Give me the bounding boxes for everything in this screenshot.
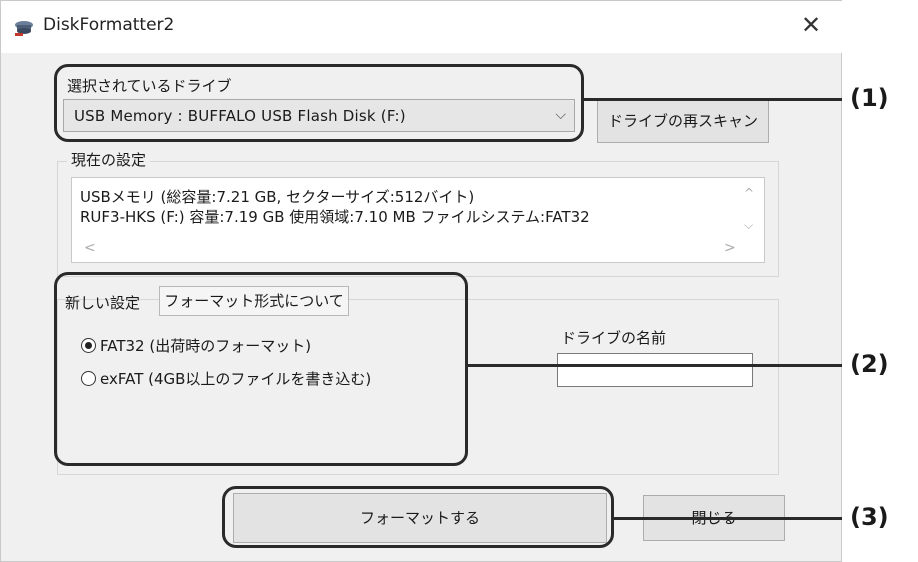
- callout-1-frame: [54, 64, 584, 142]
- capacity-line: USBメモリ (総容量:7.21 GB, セクターサイズ:512バイト): [80, 188, 475, 206]
- marker-3: (3): [850, 503, 889, 531]
- rescan-drive-button[interactable]: ドライブの再スキャン: [597, 99, 769, 143]
- leader-line-3: [614, 517, 842, 520]
- callout-2-frame: [54, 272, 468, 466]
- callout-3-frame: [222, 486, 614, 548]
- title-bar: DiskFormatter2 ✕: [1, 1, 843, 53]
- scroll-right-icon[interactable]: >: [724, 240, 736, 256]
- current-settings-label: 現在の設定: [67, 149, 151, 170]
- scroll-left-icon[interactable]: <: [84, 240, 96, 256]
- disk-formatter-icon: [15, 21, 33, 36]
- drive-name-label: ドライブの名前: [561, 329, 667, 347]
- drive-name-input[interactable]: [557, 353, 753, 387]
- leader-line-2: [468, 364, 842, 367]
- current-settings-box: USBメモリ (総容量:7.21 GB, セクターサイズ:512バイト) RUF…: [71, 177, 765, 263]
- partition-line: RUF3-HKS (F:) 容量:7.19 GB 使用領域:7.10 MB ファ…: [80, 208, 590, 226]
- leader-line-1: [584, 98, 842, 101]
- window-title: DiskFormatter2: [43, 15, 175, 35]
- rescan-drive-label: ドライブの再スキャン: [607, 112, 758, 130]
- close-icon[interactable]: ✕: [801, 11, 821, 39]
- marker-1: (1): [850, 84, 889, 112]
- scroll-down-icon[interactable]: ⌵: [744, 218, 753, 233]
- marker-2: (2): [850, 350, 889, 378]
- scroll-up-icon[interactable]: ^: [744, 186, 754, 200]
